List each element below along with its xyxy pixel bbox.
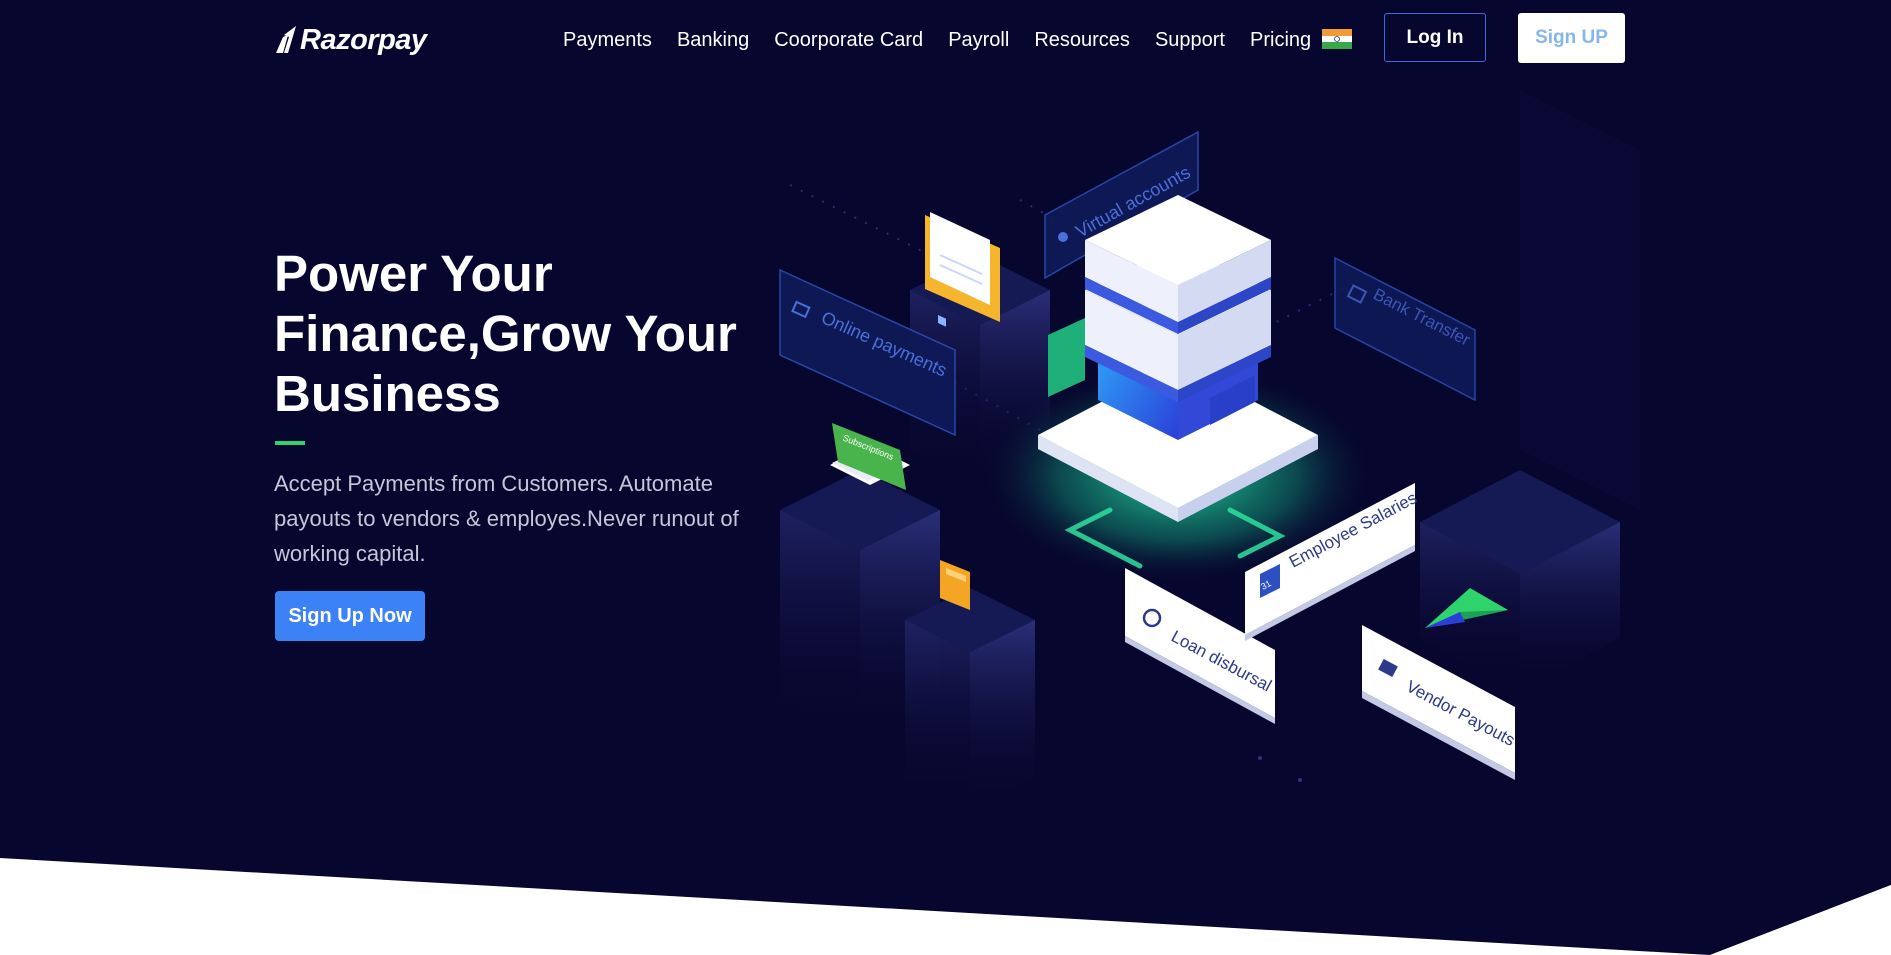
nav-link-support[interactable]: Support [1155, 29, 1225, 52]
headline-line-2: Finance,Grow Your [274, 305, 737, 362]
logo[interactable]: Razorpay [274, 22, 427, 58]
nav-links: Payments Banking Coorporate Card Payroll… [563, 26, 1336, 54]
hero-illustration: Online payments Virtual accounts Bank Tr… [779, 90, 1640, 810]
headline-line-1: Power Your [274, 245, 553, 302]
nav-link-payments[interactable]: Payments [563, 29, 652, 52]
headline-accent-divider [275, 441, 305, 445]
central-building [1085, 195, 1271, 440]
india-flag-icon[interactable] [1322, 29, 1352, 49]
nav-link-pricing[interactable]: Pricing [1250, 29, 1311, 52]
nav-link-banking[interactable]: Banking [677, 29, 749, 52]
login-button[interactable]: Log In [1384, 13, 1486, 62]
razorpay-logo-icon [276, 26, 296, 53]
top-navigation: Razorpay Payments Banking Coorporate Car… [0, 0, 1891, 78]
hero-headline: Power Your Finance,Grow Your Business [274, 244, 754, 424]
right-pillar [1420, 470, 1620, 690]
headline-line-3: Business [274, 365, 501, 422]
user-icon [1058, 232, 1068, 242]
signup-button[interactable]: Sign UP [1518, 13, 1625, 63]
nav-link-payroll[interactable]: Payroll [948, 29, 1009, 52]
signup-now-button[interactable]: Sign Up Now [275, 591, 425, 641]
background-panel [1520, 90, 1640, 510]
decor-dot [1258, 756, 1262, 760]
logo-text: Razorpay [300, 23, 427, 56]
nav-link-resources[interactable]: Resources [1034, 29, 1130, 52]
nav-link-corporate-card[interactable]: Coorporate Card [774, 29, 923, 52]
hero-subtext: Accept Payments from Customers. Automate… [274, 471, 739, 566]
decor-dot [1298, 778, 1302, 782]
hero-section: Razorpay Payments Banking Coorporate Car… [0, 0, 1891, 955]
bank-transfer-tag: Bank Transfer [1334, 256, 1476, 402]
